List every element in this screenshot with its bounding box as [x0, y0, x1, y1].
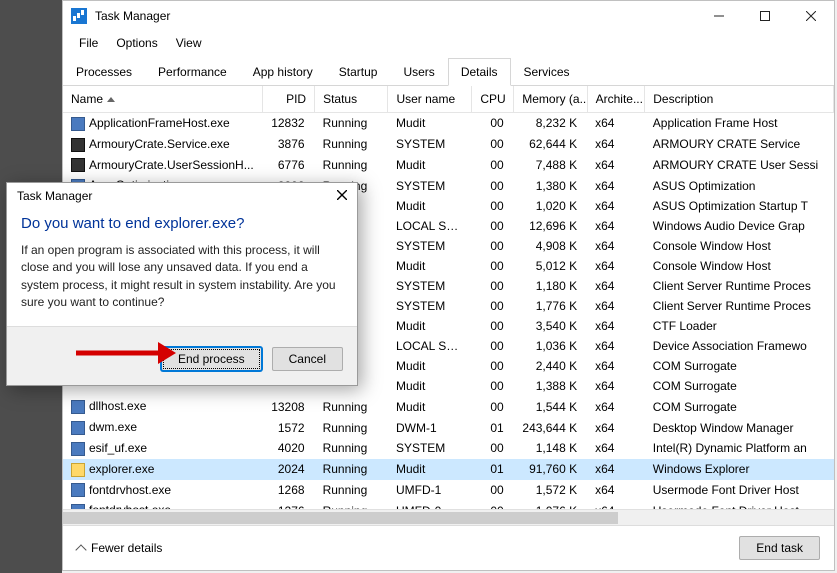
process-icon: [71, 421, 85, 435]
process-icon: [71, 138, 85, 152]
window-title: Task Manager: [95, 9, 170, 23]
tab-processes[interactable]: Processes: [63, 58, 145, 86]
horizontal-scrollbar[interactable]: [63, 509, 834, 525]
fewer-details-label: Fewer details: [91, 541, 162, 555]
tab-performance[interactable]: Performance: [145, 58, 240, 86]
tab-users[interactable]: Users: [390, 58, 447, 86]
dialog-title: Task Manager: [17, 189, 92, 203]
table-header-row[interactable]: NamePIDStatusUser nameCPUMemory (a...Arc…: [63, 86, 834, 113]
table-row[interactable]: ApplicationFrameHost.exe12832RunningMudi…: [63, 113, 834, 134]
process-icon: [71, 442, 85, 456]
end-process-button[interactable]: End process: [161, 347, 262, 371]
table-row[interactable]: explorer.exe2024RunningMudit0191,760 Kx6…: [63, 459, 834, 480]
column-name[interactable]: Name: [63, 86, 262, 113]
table-row[interactable]: fontdrvhost.exe1268RunningUMFD-1001,572 …: [63, 480, 834, 501]
process-icon: [71, 400, 85, 414]
column-archite-[interactable]: Archite...: [587, 86, 645, 113]
table-row[interactable]: fontdrvhost.exe1276RunningUMFD-0001,076 …: [63, 500, 834, 509]
column-pid[interactable]: PID: [262, 86, 314, 113]
process-icon: [71, 117, 85, 131]
end-task-button[interactable]: End task: [739, 536, 820, 560]
chevron-up-icon: [75, 544, 86, 555]
column-cpu[interactable]: CPU: [472, 86, 514, 113]
column-user-name[interactable]: User name: [388, 86, 472, 113]
table-row[interactable]: esif_uf.exe4020RunningSYSTEM001,148 Kx64…: [63, 438, 834, 459]
dialog-close-button[interactable]: [337, 189, 347, 203]
close-button[interactable]: [788, 1, 834, 31]
column-status[interactable]: Status: [315, 86, 388, 113]
tabs: ProcessesPerformanceApp historyStartupUs…: [63, 57, 834, 86]
table-row[interactable]: ArmouryCrate.Service.exe3876RunningSYSTE…: [63, 134, 834, 155]
table-row[interactable]: ArmouryCrate.UserSessionH...6776RunningM…: [63, 155, 834, 176]
minimize-button[interactable]: [696, 1, 742, 31]
process-icon: [71, 158, 85, 172]
tab-services[interactable]: Services: [511, 58, 583, 86]
fewer-details-toggle[interactable]: Fewer details: [77, 541, 162, 555]
dialog-body: If an open program is associated with th…: [7, 242, 357, 316]
cancel-button[interactable]: Cancel: [272, 347, 343, 371]
menu-file[interactable]: File: [71, 33, 106, 53]
process-icon: [71, 463, 85, 477]
column-description[interactable]: Description: [645, 86, 834, 113]
menu-options[interactable]: Options: [108, 33, 165, 53]
tab-app-history[interactable]: App history: [240, 58, 326, 86]
confirm-dialog: Task Manager Do you want to end explorer…: [6, 182, 358, 386]
table-row[interactable]: dwm.exe1572RunningDWM-101243,644 Kx64Des…: [63, 417, 834, 438]
menu-view[interactable]: View: [168, 33, 210, 53]
maximize-button[interactable]: [742, 1, 788, 31]
table-row[interactable]: dllhost.exe13208RunningMudit001,544 Kx64…: [63, 396, 834, 417]
app-icon: [71, 8, 87, 24]
footer: Fewer details End task: [63, 525, 834, 570]
dialog-heading: Do you want to end explorer.exe?: [7, 209, 357, 242]
column-memory-a-[interactable]: Memory (a...: [514, 86, 587, 113]
tab-startup[interactable]: Startup: [326, 58, 391, 86]
process-icon: [71, 483, 85, 497]
menubar: File Options View: [63, 31, 834, 55]
tab-details[interactable]: Details: [448, 58, 511, 86]
titlebar[interactable]: Task Manager: [63, 1, 834, 31]
